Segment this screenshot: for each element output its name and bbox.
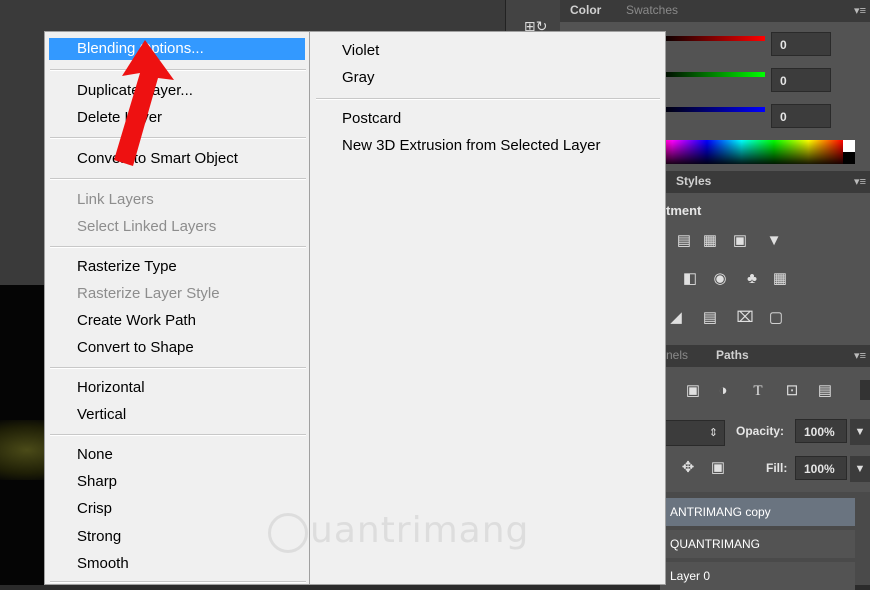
fill-dropdown-icon[interactable]: ▼ <box>850 456 870 482</box>
menu-item-create-work-path[interactable]: Create Work Path <box>77 310 196 332</box>
filter-toggle[interactable] <box>860 380 870 400</box>
lock-position-icon[interactable]: ✥ <box>678 459 698 477</box>
adjustment-filter-icon[interactable]: ◑ <box>713 382 733 400</box>
opacity-dropdown-icon[interactable]: ▼ <box>850 419 870 445</box>
panel-menu-icon[interactable]: ▾≡ <box>854 349 866 362</box>
brightness-icon[interactable]: ▤ <box>674 232 694 250</box>
lock-all-icon[interactable]: ▣ <box>708 459 728 477</box>
layer-row[interactable]: QUANTRIMANG <box>660 530 855 558</box>
tab-swatches[interactable]: Swatches <box>616 0 688 22</box>
threshold-icon[interactable]: ▤ <box>700 309 720 327</box>
fill-field[interactable]: 100% <box>795 456 847 480</box>
channel-mixer-icon[interactable]: ♣ <box>742 270 762 288</box>
menu-separator <box>50 367 306 369</box>
blue-value-field[interactable]: 0 <box>771 104 831 128</box>
menu-item-select-linked-layers: Select Linked Layers <box>77 218 217 235</box>
menu-item-antialias-strong[interactable]: Strong <box>77 526 121 548</box>
type-filter-icon[interactable]: T <box>748 382 768 400</box>
opacity-label: Opacity: <box>736 424 785 438</box>
color-lookup-icon[interactable]: ▦ <box>770 270 790 288</box>
white-swatch[interactable] <box>843 140 855 152</box>
green-value-field[interactable]: 0 <box>771 68 831 92</box>
black-swatch[interactable] <box>843 152 855 164</box>
menu-item-rasterize-layer-style: Rasterize Layer Style <box>77 285 220 302</box>
curves-icon[interactable]: ▦ <box>700 232 720 250</box>
opacity-field[interactable]: 100% <box>795 419 847 443</box>
menu-item-antialias-crisp[interactable]: Crisp <box>77 498 112 520</box>
tab-styles[interactable]: Styles <box>666 171 721 193</box>
menu-item-violet[interactable]: Violet <box>342 40 379 62</box>
menu-item-vertical[interactable]: Vertical <box>77 404 126 426</box>
menu-separator <box>50 178 306 180</box>
invert-icon[interactable]: ◢ <box>666 309 686 327</box>
menu-item-convert-to-shape[interactable]: Convert to Shape <box>77 337 194 359</box>
tab-paths[interactable]: Paths <box>706 345 759 367</box>
green-slider[interactable] <box>660 72 765 77</box>
black-white-icon[interactable]: ◧ <box>680 270 700 288</box>
blend-mode-select[interactable]: ⇕ <box>660 420 725 446</box>
tab-color[interactable]: Color <box>560 0 611 22</box>
menu-item-horizontal[interactable]: Horizontal <box>77 377 145 399</box>
red-slider[interactable] <box>660 36 765 41</box>
menu-item-postcard[interactable]: Postcard <box>342 108 401 130</box>
context-menu-second-column: Violet Gray Postcard New 3D Extrusion fr… <box>310 31 666 585</box>
menu-item-antialias-none[interactable]: None <box>77 444 113 466</box>
adjustments-title: tment <box>666 203 702 218</box>
layer-row[interactable]: Layer 0 <box>660 562 855 590</box>
watermark-logo-icon <box>268 513 308 553</box>
menu-separator <box>316 98 660 100</box>
menu-item-antialias-smooth[interactable]: Smooth <box>77 553 129 575</box>
blue-slider[interactable] <box>660 107 765 112</box>
menu-separator <box>50 434 306 436</box>
panel-menu-icon[interactable]: ▾≡ <box>854 4 866 17</box>
smart-object-filter-icon[interactable]: ▤ <box>815 382 835 400</box>
image-filter-icon[interactable]: ▣ <box>683 382 703 400</box>
fill-label: Fill: <box>766 461 788 475</box>
color-panel-tabbar: Color Swatches ▾≡ <box>560 0 870 22</box>
layer-row[interactable]: ANTRIMANG copy <box>660 498 855 526</box>
red-value-field[interactable]: 0 <box>771 32 831 56</box>
gradient-map-icon[interactable]: ▢ <box>766 309 786 327</box>
menu-separator <box>50 581 306 583</box>
menu-item-rasterize-type[interactable]: Rasterize Type <box>77 256 177 278</box>
menu-separator <box>50 246 306 248</box>
menu-item-gray[interactable]: Gray <box>342 67 375 89</box>
selective-color-icon[interactable]: ⌧ <box>735 309 755 327</box>
gradient-triangle-icon[interactable]: ▼ <box>764 232 784 250</box>
menu-item-new-3d-extrusion[interactable]: New 3D Extrusion from Selected Layer <box>342 135 600 157</box>
shape-filter-icon[interactable]: ⊡ <box>782 382 802 400</box>
watermark-text: uantrimang <box>310 510 530 551</box>
menu-item-antialias-sharp[interactable]: Sharp <box>77 471 117 493</box>
menu-item-link-layers: Link Layers <box>77 191 154 208</box>
annotation-arrow-icon <box>114 40 174 166</box>
exposure-icon[interactable]: ▣ <box>730 232 750 250</box>
panel-menu-icon[interactable]: ▾≡ <box>854 175 866 188</box>
photo-filter-icon[interactable]: ◉ <box>710 270 730 288</box>
color-spectrum-bar[interactable] <box>640 140 843 164</box>
stepper-arrows-icon: ⇕ <box>708 427 718 439</box>
